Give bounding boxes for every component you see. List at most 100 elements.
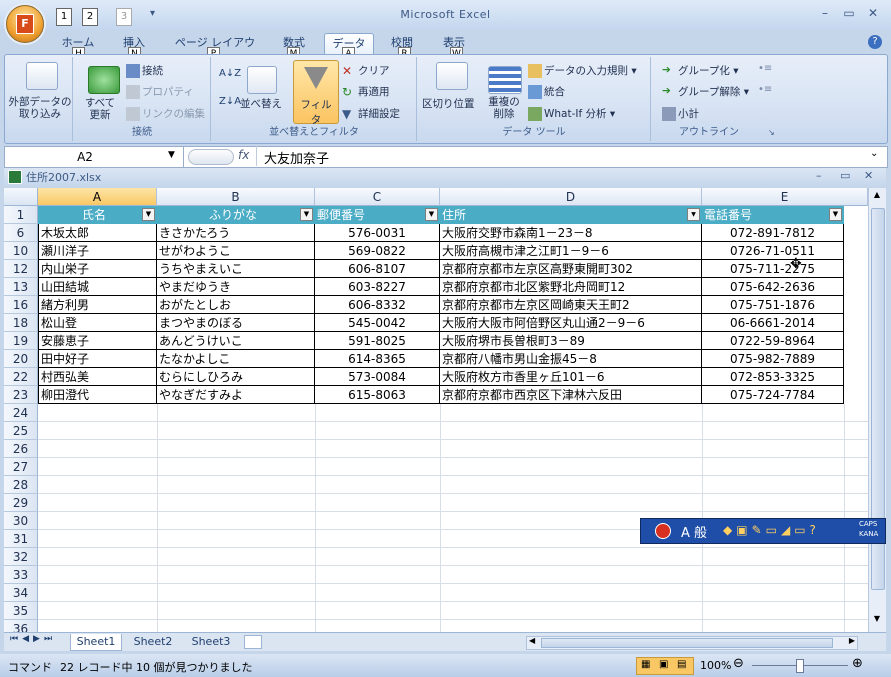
get-external-data-button[interactable]: 外部データの取り込み — [8, 96, 72, 120]
select-all-corner[interactable] — [4, 188, 38, 206]
row-header[interactable]: 26 — [4, 440, 38, 458]
row-header[interactable]: 12 — [4, 260, 38, 278]
row-header[interactable]: 33 — [4, 566, 38, 584]
table-cell[interactable]: きさかたろう — [157, 224, 315, 242]
outline-dialog-launcher-icon[interactable]: ↘ — [768, 128, 775, 137]
sheet-tab-sheet2[interactable]: Sheet2 — [126, 634, 180, 650]
h-scroll-thumb[interactable] — [541, 638, 833, 648]
insert-function-icon[interactable]: fx — [238, 148, 249, 162]
name-box[interactable]: A2 ▼ — [4, 146, 184, 168]
view-buttons[interactable]: ▦ ▣ ▤ — [636, 657, 694, 675]
sort-button[interactable]: 並べ替え — [240, 96, 282, 111]
table-cell[interactable]: 松山登 — [38, 314, 157, 332]
table-cell[interactable]: 569-0822 — [315, 242, 440, 260]
table-cell[interactable]: 京都府京都市西京区下津林六反田 — [440, 386, 702, 404]
table-cell[interactable]: 内山栄子 — [38, 260, 157, 278]
ime-input-mode[interactable]: A 般 — [681, 522, 707, 541]
table-header-cell[interactable]: 郵便番号 ▼ — [315, 206, 440, 224]
table-cell[interactable]: 075-642-2636 — [702, 278, 844, 296]
table-cell[interactable]: 614-8365 — [315, 350, 440, 368]
table-cell[interactable]: 075-711-2275 — [702, 260, 844, 278]
table-cell[interactable]: 安藤恵子 — [38, 332, 157, 350]
sort-descending-icon[interactable]: Z↓A — [219, 96, 241, 107]
table-cell[interactable]: 075-982-7889 — [702, 350, 844, 368]
table-cell[interactable]: 615-8063 — [315, 386, 440, 404]
table-cell[interactable]: 576-0031 — [315, 224, 440, 242]
workbook-minimize-icon[interactable]: – — [816, 169, 822, 182]
group-button[interactable]: ➔ グループ化 ▾ — [662, 63, 738, 78]
consolidate-button[interactable]: 統合 — [528, 84, 565, 99]
table-cell[interactable]: 大阪府大阪市阿倍野区丸山通2－9－6 — [440, 314, 702, 332]
ime-logo-icon[interactable] — [655, 523, 671, 539]
row-header[interactable]: 27 — [4, 458, 38, 476]
ime-tool-icons[interactable]: ◆▣✎▭◢▭? — [723, 523, 820, 537]
name-box-dropdown-icon[interactable]: ▼ — [168, 150, 175, 160]
table-header-cell[interactable]: 住所 ▼ — [440, 206, 702, 224]
row-header[interactable]: 31 — [4, 530, 38, 548]
table-cell[interactable]: 573-0084 — [315, 368, 440, 386]
edit-links-button[interactable]: リンクの編集 — [126, 106, 205, 121]
table-cell[interactable]: 0726-71-0511 — [702, 242, 844, 260]
column-header-a[interactable]: A — [38, 188, 157, 206]
row-header[interactable]: 10 — [4, 242, 38, 260]
row-header[interactable]: 29 — [4, 494, 38, 512]
row-header[interactable]: 32 — [4, 548, 38, 566]
scroll-up-icon[interactable]: ▲ — [871, 190, 883, 202]
filter-active-icon[interactable]: ▼ — [687, 208, 700, 221]
filter-button[interactable]: フィルタ — [293, 60, 339, 126]
refresh-all-button[interactable]: すべて更新 — [80, 97, 120, 121]
workbook-restore-icon[interactable]: ▭ — [840, 169, 850, 182]
workbook-close-icon[interactable]: ✕ — [864, 169, 873, 182]
row-header[interactable]: 34 — [4, 584, 38, 602]
table-cell[interactable]: おがたとしお — [157, 296, 315, 314]
row-header[interactable]: 25 — [4, 422, 38, 440]
table-cell[interactable]: 072-891-7812 — [702, 224, 844, 242]
column-header-d[interactable]: D — [440, 188, 702, 206]
table-cell[interactable]: 545-0042 — [315, 314, 440, 332]
text-to-columns-button[interactable]: 区切り位置 — [422, 96, 475, 111]
filter-dropdown-icon[interactable]: ▼ — [829, 208, 842, 221]
help-icon[interactable]: ? — [868, 35, 882, 49]
row-header[interactable]: 1 — [4, 206, 38, 224]
remove-duplicates-button[interactable]: 重複の削除 — [484, 96, 524, 120]
row-header[interactable]: 30 — [4, 512, 38, 530]
subtotal-button[interactable]: 小計 — [662, 106, 699, 121]
table-cell[interactable]: 06-6661-2014 — [702, 314, 844, 332]
table-cell[interactable]: 山田結城 — [38, 278, 157, 296]
table-cell[interactable]: 京都府京都市北区紫野北舟岡町12 — [440, 278, 702, 296]
table-cell[interactable]: 京都府京都市左京区高野東開町302 — [440, 260, 702, 278]
table-cell[interactable]: やなぎだすみよ — [157, 386, 315, 404]
zoom-in-icon[interactable]: ⊕ — [852, 656, 863, 671]
formula-bar-splitter[interactable] — [188, 149, 234, 165]
ungroup-button[interactable]: ➔ グループ解除 ▾ — [662, 84, 749, 99]
connections-button[interactable]: 接続 — [126, 63, 163, 78]
row-header[interactable]: 28 — [4, 476, 38, 494]
reapply-button[interactable]: ↻ 再適用 — [342, 84, 390, 99]
normal-view-icon[interactable]: ▦ — [641, 659, 650, 670]
column-header-c[interactable]: C — [315, 188, 440, 206]
row-header[interactable]: 13 — [4, 278, 38, 296]
scroll-right-icon[interactable]: ▶ — [849, 636, 855, 645]
restore-icon[interactable]: ▭ — [838, 6, 860, 24]
table-cell[interactable]: 田中好子 — [38, 350, 157, 368]
table-cell[interactable]: うちやまえいこ — [157, 260, 315, 278]
vertical-scrollbar[interactable]: ▲ ▼ — [868, 188, 886, 632]
table-cell[interactable]: 大阪府枚方市香里ヶ丘101－6 — [440, 368, 702, 386]
what-if-button[interactable]: What-If 分析 ▾ — [528, 106, 615, 121]
row-header[interactable]: 36 — [4, 620, 38, 632]
table-cell[interactable]: 木坂太郎 — [38, 224, 157, 242]
table-cell[interactable]: せがわようこ — [157, 242, 315, 260]
table-cell[interactable]: 075-724-7784 — [702, 386, 844, 404]
row-header[interactable]: 22 — [4, 368, 38, 386]
sheet-nav-icons[interactable]: ⏮◀▶⏭ — [10, 634, 56, 644]
clear-filter-button[interactable]: ✕ クリア — [342, 63, 390, 78]
page-break-view-icon[interactable]: ▤ — [677, 659, 686, 670]
table-cell[interactable]: たなかよしこ — [157, 350, 315, 368]
sheet-tab-sheet3[interactable]: Sheet3 — [184, 634, 238, 650]
table-cell[interactable]: 京都府八幡市男山金振45－8 — [440, 350, 702, 368]
table-cell[interactable]: 瀬川洋子 — [38, 242, 157, 260]
insert-sheet-icon[interactable] — [244, 635, 262, 649]
data-validation-button[interactable]: データの入力規則 ▾ — [528, 63, 637, 78]
sort-ascending-icon[interactable]: A↓Z — [219, 68, 241, 79]
table-cell[interactable]: 0722-59-8964 — [702, 332, 844, 350]
